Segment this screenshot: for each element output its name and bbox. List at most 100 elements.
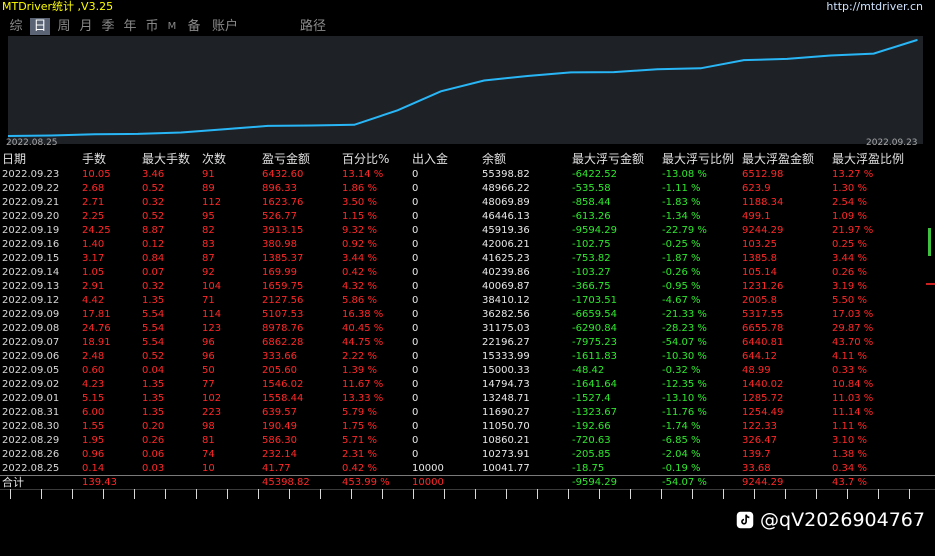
cell-lots: 2.68 (82, 183, 105, 194)
cell-max-gain-pct: 43.70 % (832, 337, 874, 348)
tab-m[interactable]: M (164, 18, 180, 35)
cell-max-gain-pct: 1.09 % (832, 211, 867, 222)
cell-lots: 2.91 (82, 281, 105, 292)
website-link[interactable]: http://mtdriver.cn (826, 0, 923, 13)
header-max-gain-pct: 最大浮盈比例 (832, 152, 905, 166)
cell-deposit: 0 (412, 197, 419, 208)
cell-max-dd: -720.63 (572, 435, 611, 446)
cell-date: 2022.09.14 (2, 267, 60, 278)
cell-pnl: 5107.53 (262, 309, 304, 320)
header-max-dd-pct: 最大浮亏比例 (662, 152, 735, 166)
tab-quarterly[interactable]: 季 (98, 18, 118, 35)
cell-deposit: 0 (412, 267, 419, 278)
tab-daily[interactable]: 日 (30, 18, 50, 35)
tab-account[interactable]: 账户 (210, 18, 240, 35)
cell-max-gain-pct: 5.50 % (832, 295, 867, 306)
cell-deposit: 0 (412, 211, 419, 222)
cell-max-gain: 1285.72 (742, 393, 784, 404)
cell-max-gain-pct: 1.11 % (832, 421, 867, 432)
cell-max-lots: 0.32 (142, 281, 165, 292)
cell-date: 2022.09.21 (2, 197, 60, 208)
equity-point (440, 90, 442, 93)
cell-max-lots: 0.32 (142, 197, 165, 208)
cell-lots: 24.76 (82, 323, 111, 334)
total-lots: 139.43 (82, 477, 117, 488)
cell-lots: 3.17 (82, 253, 105, 264)
cell-max-dd: -7975.23 (572, 337, 617, 348)
cell-max-dd-pct: -11.76 % (662, 407, 707, 418)
cell-max-lots: 0.52 (142, 183, 165, 194)
cell-max-lots: 1.35 (142, 407, 165, 418)
cell-max-dd-pct: -1.83 % (662, 197, 701, 208)
table-row: 2022.09.15 3.17 0.84 87 1385.37 3.44 % 0 41625.… (0, 252, 935, 266)
cell-date: 2022.09.19 (2, 225, 60, 236)
cell-count: 82 (202, 225, 215, 236)
tab-currency[interactable]: 币 (142, 18, 162, 35)
cell-max-gain: 1188.34 (742, 197, 784, 208)
total-max-dd: -9594.29 (572, 477, 617, 488)
axis-tick (196, 489, 197, 499)
cell-max-gain-pct: 0.33 % (832, 365, 867, 376)
cell-count: 91 (202, 169, 215, 180)
cell-deposit: 10000 (412, 463, 444, 474)
cell-max-lots: 3.46 (142, 169, 165, 180)
tab-weekly[interactable]: 周 (54, 18, 74, 35)
cell-date: 2022.09.12 (2, 295, 60, 306)
cell-pnl: 1659.75 (262, 281, 304, 292)
cell-lots: 24.25 (82, 225, 111, 236)
tab-summary[interactable]: 综 (6, 18, 26, 35)
cell-max-dd-pct: -1.34 % (662, 211, 701, 222)
total-max-dd-pct: -54.07 % (662, 477, 707, 488)
cell-max-lots: 1.35 (142, 295, 165, 306)
cell-date: 2022.09.22 (2, 183, 60, 194)
tab-path[interactable]: 路径 (298, 18, 328, 35)
table-row: 2022.09.23 10.05 3.46 91 6432.60 13.14 % 0 5539… (0, 168, 935, 182)
cell-balance: 15333.99 (482, 351, 530, 362)
cell-lots: 0.96 (82, 449, 105, 460)
axis-tick (754, 489, 755, 499)
cell-percent: 0.92 % (342, 239, 377, 250)
cell-percent: 2.22 % (342, 351, 377, 362)
cell-max-dd: -205.85 (572, 449, 611, 460)
axis-tick (878, 489, 879, 499)
tab-notes[interactable]: 备 (184, 18, 204, 35)
equity-chart-svg (8, 39, 918, 137)
cell-balance: 15000.33 (482, 365, 530, 376)
axis-tick (475, 489, 476, 499)
table-row: 2022.09.13 2.91 0.32 104 1659.75 4.32 % 0 40069… (0, 280, 935, 294)
cell-max-dd: -1611.83 (572, 351, 617, 362)
cell-percent: 5.86 % (342, 295, 377, 306)
cell-percent: 13.14 % (342, 169, 384, 180)
cell-max-dd-pct: -28.23 % (662, 323, 707, 334)
header-max-dd: 最大浮亏金额 (572, 152, 645, 166)
axis-tick (413, 489, 414, 499)
cell-max-gain-pct: 11.14 % (832, 407, 874, 418)
total-deposit: 10000 (412, 477, 444, 488)
axis-tick (599, 489, 600, 499)
cell-balance: 10860.21 (482, 435, 530, 446)
cell-lots: 0.14 (82, 463, 105, 474)
cell-deposit: 0 (412, 407, 419, 418)
cell-max-gain-pct: 10.84 % (832, 379, 874, 390)
axis-tick (258, 489, 259, 499)
table-row: 2022.09.20 2.25 0.52 95 526.77 1.15 % 0 46446.1… (0, 210, 935, 224)
cell-lots: 1.05 (82, 267, 105, 278)
cell-lots: 4.23 (82, 379, 105, 390)
cell-pnl: 232.14 (262, 449, 297, 460)
equity-point (180, 131, 182, 134)
total-row: 合计 139.43 45398.82 453.99 % 10000 -9594.… (0, 476, 935, 490)
cell-lots: 10.05 (82, 169, 111, 180)
cell-max-gain-pct: 21.97 % (832, 225, 874, 236)
cell-lots: 18.91 (82, 337, 111, 348)
cell-balance: 41625.23 (482, 253, 530, 264)
cell-deposit: 0 (412, 239, 419, 250)
cell-date: 2022.09.15 (2, 253, 60, 264)
cell-max-gain-pct: 13.27 % (832, 169, 874, 180)
cell-balance: 55398.82 (482, 169, 530, 180)
equity-point (743, 59, 745, 61)
tab-yearly[interactable]: 年 (120, 18, 140, 35)
cell-pnl: 2127.56 (262, 295, 304, 306)
cell-deposit: 0 (412, 225, 419, 236)
tab-monthly[interactable]: 月 (76, 18, 96, 35)
table-row: 2022.09.21 2.71 0.32 112 1623.76 3.50 % 0 48069… (0, 196, 935, 210)
